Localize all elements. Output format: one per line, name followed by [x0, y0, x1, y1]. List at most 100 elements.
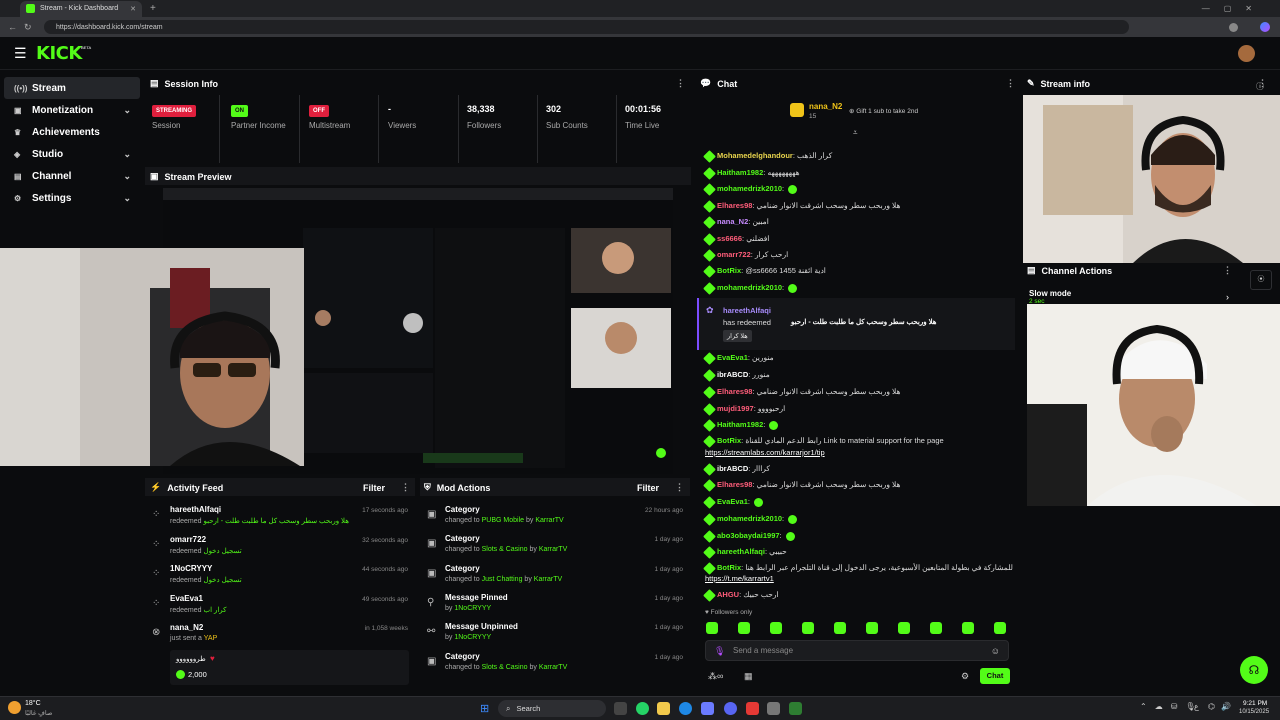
profile-icon[interactable]	[1229, 22, 1238, 32]
copilot-icon[interactable]	[1260, 22, 1270, 32]
chat-username[interactable]: ibrABCD	[717, 370, 748, 379]
store-icon[interactable]	[701, 702, 714, 715]
chat-username[interactable]: Mohamedelghandour	[717, 151, 793, 160]
chevron-down-icon[interactable]: ⌄	[123, 149, 131, 160]
emote-icon[interactable]	[994, 622, 1006, 634]
activity-row[interactable]: ⊗ nana_N2 just sent a YAP in 1,058 weeks	[152, 623, 408, 653]
kick-app-icon[interactable]	[789, 702, 802, 715]
kebab-menu-icon[interactable]: ⋮	[1006, 78, 1015, 89]
chat-username[interactable]: abo3obaydai1997	[717, 531, 780, 540]
chat-username[interactable]: Haitham1982	[717, 420, 763, 429]
activity-filter-button[interactable]: Filter	[363, 483, 385, 493]
info-icon[interactable]: ⓘ	[1256, 81, 1264, 92]
chat-username[interactable]: EvaEva1	[717, 497, 748, 506]
activity-row[interactable]: ⁘ omarr722 redeemed تسجيل دخول 32 seconds a…	[152, 535, 408, 565]
support-chat-icon[interactable]: ☊	[1240, 656, 1268, 684]
kebab-menu-icon[interactable]: ⋮	[401, 482, 410, 493]
sidebar-item-monetization[interactable]: ▣ Monetization ⌄	[0, 99, 143, 121]
chat-username[interactable]: omarr722	[717, 250, 751, 259]
mod-action-row[interactable]: ▣ Category changed to PUBG Mobile by Karra…	[427, 505, 683, 535]
emote-icon[interactable]	[930, 622, 942, 634]
kebab-menu-icon[interactable]: ⋮	[675, 482, 684, 493]
sidebar-item-studio[interactable]: ◈ Studio ⌄	[0, 143, 143, 165]
emote-icon[interactable]	[866, 622, 878, 634]
mod-action-row[interactable]: ⚲ Message Pinned by 1NoCRYYY 1 day ago	[427, 593, 683, 623]
chat-username[interactable]: mohamedrizk2010	[717, 283, 782, 292]
discord-icon[interactable]	[724, 702, 737, 715]
sidebar-item-stream[interactable]: ((•)) Stream	[4, 77, 140, 99]
mod-action-row[interactable]: ▣ Category changed to Slots & Casino by Ka…	[427, 652, 683, 682]
emote-icon[interactable]	[962, 622, 974, 634]
back-icon[interactable]: ←	[8, 22, 17, 32]
activity-row[interactable]: ⁘ hareethAlfaqi redeemed هلا وربحب سطر وسح…	[152, 505, 408, 535]
app-icon[interactable]	[746, 702, 759, 715]
sidebar-item-settings[interactable]: ⚙ Settings ⌄	[0, 187, 143, 209]
toggle-icon[interactable]: ⦿	[1250, 270, 1272, 290]
chat-username[interactable]: Elhares98	[717, 201, 752, 210]
calendar-icon[interactable]: ▦	[744, 671, 753, 682]
emote-icon[interactable]	[738, 622, 750, 634]
chevron-down-icon[interactable]: ⌄	[123, 193, 131, 204]
chat-link[interactable]: https://streamlabs.com/karrarjor1/tip	[705, 448, 825, 457]
chat-input[interactable]: 🎙 Send a message ☺	[705, 640, 1009, 661]
obs-icon[interactable]	[767, 702, 780, 715]
collapse-icon[interactable]: ⩡	[853, 128, 858, 138]
whatsapp-icon[interactable]	[636, 702, 649, 715]
chat-username[interactable]: hareethAlfaqi	[717, 547, 765, 556]
redeem-user[interactable]: hareethAlfaqi	[723, 306, 771, 315]
network-volume-icons[interactable]: ⌬🔊	[1208, 702, 1237, 711]
chat-link[interactable]: https://t.me/karrartv1	[705, 574, 774, 583]
url-field[interactable]: https://dashboard.kick.com/stream	[44, 20, 1129, 34]
new-tab-icon[interactable]: +	[150, 3, 156, 14]
sidebar-item-achievements[interactable]: ♛ Achievements	[0, 121, 143, 143]
sidebar-item-channel[interactable]: ▤ Channel ⌄	[0, 165, 143, 187]
settings-icon[interactable]: ⚙	[961, 671, 969, 682]
chat-username[interactable]: AHGU	[717, 590, 739, 599]
window-controls[interactable]: —▢✕	[1202, 4, 1266, 13]
file-explorer-icon[interactable]	[657, 702, 670, 715]
kebab-menu-icon[interactable]: ⋮	[676, 78, 685, 89]
mod-action-row[interactable]: ▣ Category changed to Just Chatting by Kar…	[427, 564, 683, 594]
emote-icon[interactable]	[706, 622, 718, 634]
chat-username[interactable]: mujdi1997	[717, 404, 754, 413]
close-tab-icon[interactable]: ✕	[130, 5, 136, 13]
chevron-down-icon[interactable]: ⌄	[123, 171, 131, 182]
emote-icon[interactable]	[802, 622, 814, 634]
chat-username[interactable]: EvaEva1	[717, 353, 748, 362]
chat-username[interactable]: nana_N2	[717, 217, 748, 226]
slow-mode-label[interactable]: Slow mode	[1029, 289, 1071, 298]
send-chat-button[interactable]: Chat	[980, 668, 1010, 684]
points-icon[interactable]: ⁂∞	[708, 671, 723, 682]
hamburger-menu-icon[interactable]: ☰	[14, 45, 27, 62]
chat-username[interactable]: ss6666	[717, 234, 742, 243]
windows-start-icon[interactable]: ⊞	[480, 702, 489, 715]
language-indicator[interactable]: ع	[1194, 702, 1199, 711]
activity-row[interactable]: ⁘ 1NoCRYYY redeemed تسجيل دخول 44 seconds a…	[152, 564, 408, 594]
edge-icon[interactable]	[679, 702, 692, 715]
task-view-icon[interactable]	[614, 702, 627, 715]
reload-icon[interactable]: ↻	[24, 22, 32, 33]
chat-username[interactable]: ibrABCD	[717, 464, 748, 473]
chat-username[interactable]: Elhares98	[717, 387, 752, 396]
emote-icon[interactable]	[898, 622, 910, 634]
gift-sub-link[interactable]: ⊕ Gift 1 sub to take 2nd	[849, 107, 918, 115]
emote-icon[interactable]	[770, 622, 782, 634]
chat-username[interactable]: BotRix	[717, 266, 741, 275]
chevron-down-icon[interactable]: ⌄	[123, 105, 131, 116]
chevron-right-icon[interactable]: ›	[1226, 292, 1229, 302]
chat-username[interactable]: BotRix	[717, 436, 741, 445]
chat-username[interactable]: mohamedrizk2010	[717, 184, 782, 193]
pinned-user[interactable]: nana_N2	[809, 102, 842, 111]
chat-username[interactable]: BotRix	[717, 563, 741, 572]
kebab-menu-icon[interactable]: ⋮	[1223, 265, 1232, 276]
mod-filter-button[interactable]: Filter	[637, 483, 659, 493]
kick-logo[interactable]: KICK	[36, 43, 82, 64]
user-avatar[interactable]	[1238, 45, 1255, 62]
chat-username[interactable]: Elhares98	[717, 480, 752, 489]
taskbar-search[interactable]: ⌕ Search	[498, 700, 606, 717]
mic-icon[interactable]: 🎙	[714, 646, 725, 657]
mod-action-row[interactable]: ▣ Category changed to Slots & Casino by Ka…	[427, 534, 683, 564]
chat-username[interactable]: mohamedrizk2010	[717, 514, 782, 523]
chat-username[interactable]: Haitham1982	[717, 168, 763, 177]
mod-action-row[interactable]: ⚯ Message Unpinned by 1NoCRYYY 1 day ago	[427, 622, 683, 652]
